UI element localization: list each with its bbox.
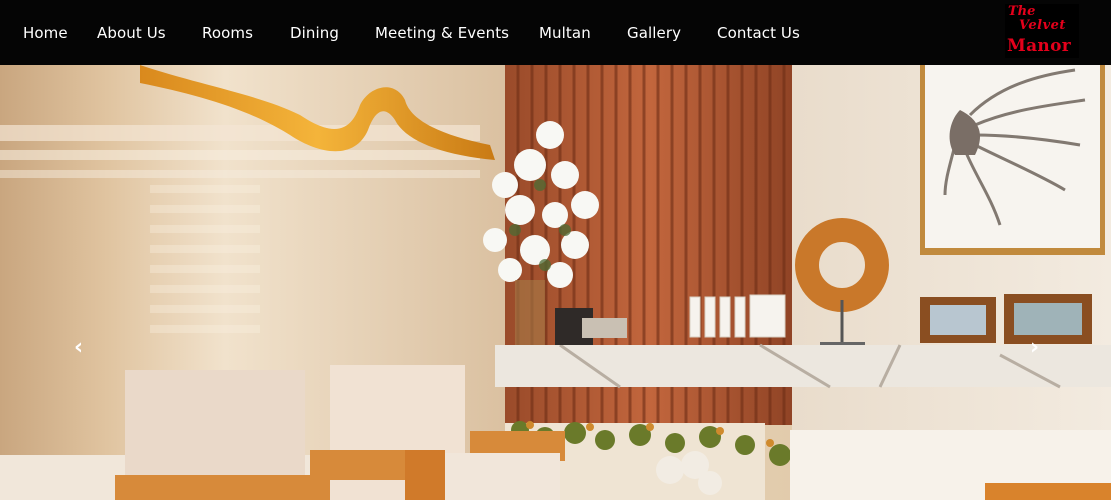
chevron-right-icon: › [1030, 335, 1040, 360]
nav-meeting-events[interactable]: Meeting & Events [375, 24, 509, 42]
logo-text-velvet: Velvet [1019, 18, 1066, 33]
nav-multan[interactable]: Multan [539, 24, 591, 42]
hero-slide-image [0, 65, 1111, 500]
logo-text-the: The [1008, 4, 1036, 19]
velvet-manor-logo[interactable]: The Velvet Manor [1005, 4, 1079, 58]
nav-about-us[interactable]: About Us [97, 24, 166, 42]
top-navigation: Home About Us Rooms Dining Meeting & Eve… [0, 0, 1111, 65]
hero-carousel: ‹ › [0, 65, 1111, 500]
logo-text-manor: Manor [1007, 36, 1071, 56]
nav-contact-us[interactable]: Contact Us [717, 24, 800, 42]
chevron-left-icon: ‹ [74, 335, 84, 360]
nav-gallery[interactable]: Gallery [627, 24, 681, 42]
carousel-next-button[interactable]: › [1030, 335, 1039, 360]
nav-home[interactable]: Home [23, 24, 68, 42]
nav-rooms[interactable]: Rooms [202, 24, 253, 42]
carousel-prev-button[interactable]: ‹ [74, 335, 83, 360]
nav-dining[interactable]: Dining [290, 24, 339, 42]
